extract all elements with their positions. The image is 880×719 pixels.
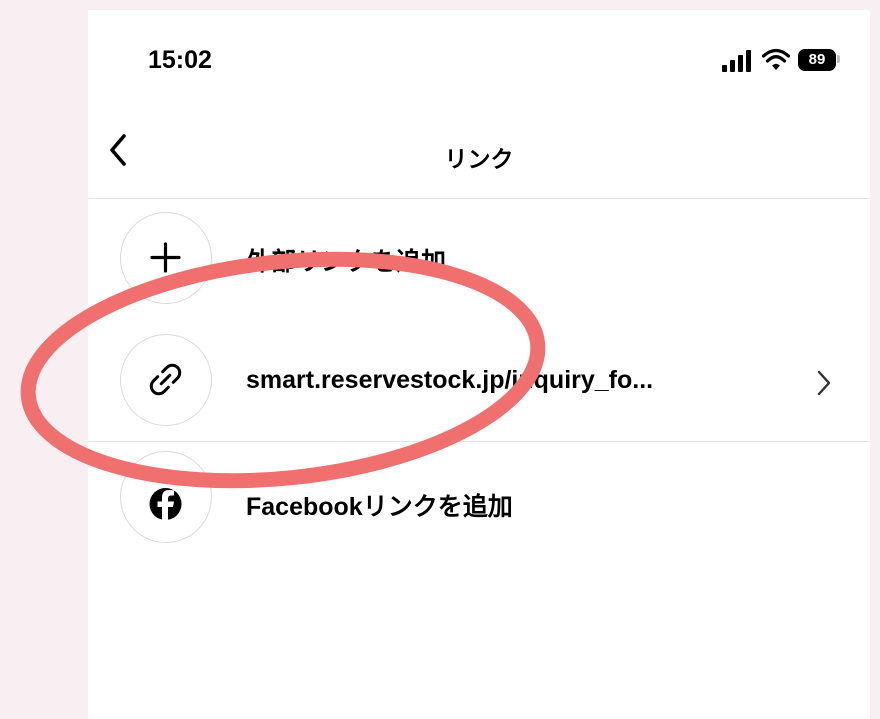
add-facebook-link-label: Facebookリンクを追加	[246, 493, 513, 521]
link-icon-circle	[120, 334, 212, 426]
phone-screen: 15:02 89 リンク 外部リンクを追加 smart.reservestock…	[88, 10, 870, 719]
status-time: 15:02	[148, 46, 212, 74]
add-facebook-link-row[interactable]: Facebookリンクを追加	[88, 443, 870, 563]
signal-icon	[722, 50, 751, 72]
page-title: リンク	[444, 146, 514, 172]
existing-link-url: smart.reservestock.jp/inquiry_fo...	[246, 366, 654, 394]
link-icon	[149, 363, 182, 396]
battery-cap	[837, 55, 840, 63]
chevron-right-icon	[817, 370, 831, 396]
existing-link-row[interactable]: smart.reservestock.jp/inquiry_fo...	[88, 321, 870, 441]
plus-icon	[150, 242, 181, 273]
facebook-icon	[149, 488, 182, 522]
wifi-icon	[762, 48, 790, 70]
plus-icon-circle	[120, 212, 212, 304]
battery-icon: 89	[798, 49, 836, 71]
add-external-link-label: 外部リンクを追加	[246, 248, 447, 276]
add-external-link-row[interactable]: 外部リンクを追加	[88, 199, 870, 319]
row-divider	[88, 441, 870, 442]
facebook-icon-circle	[120, 451, 212, 543]
